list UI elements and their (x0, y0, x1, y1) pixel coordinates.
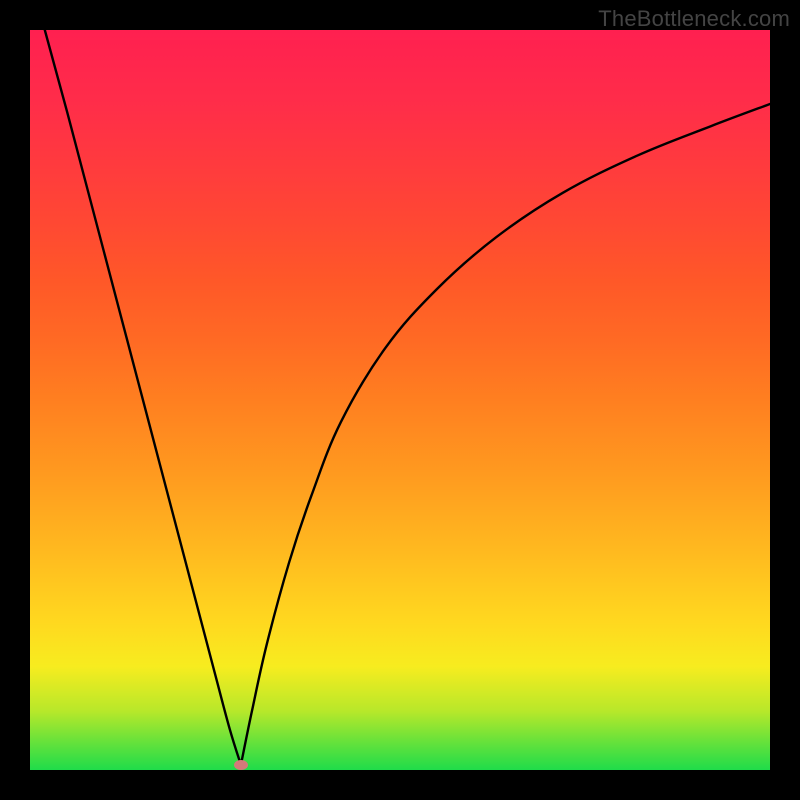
curve-right-branch (241, 104, 770, 765)
bottleneck-curve (30, 30, 770, 770)
plot-area (30, 30, 770, 770)
minimum-marker (234, 760, 248, 770)
curve-left-branch (45, 30, 241, 765)
chart-container: TheBottleneck.com (0, 0, 800, 800)
watermark-text: TheBottleneck.com (598, 6, 790, 32)
